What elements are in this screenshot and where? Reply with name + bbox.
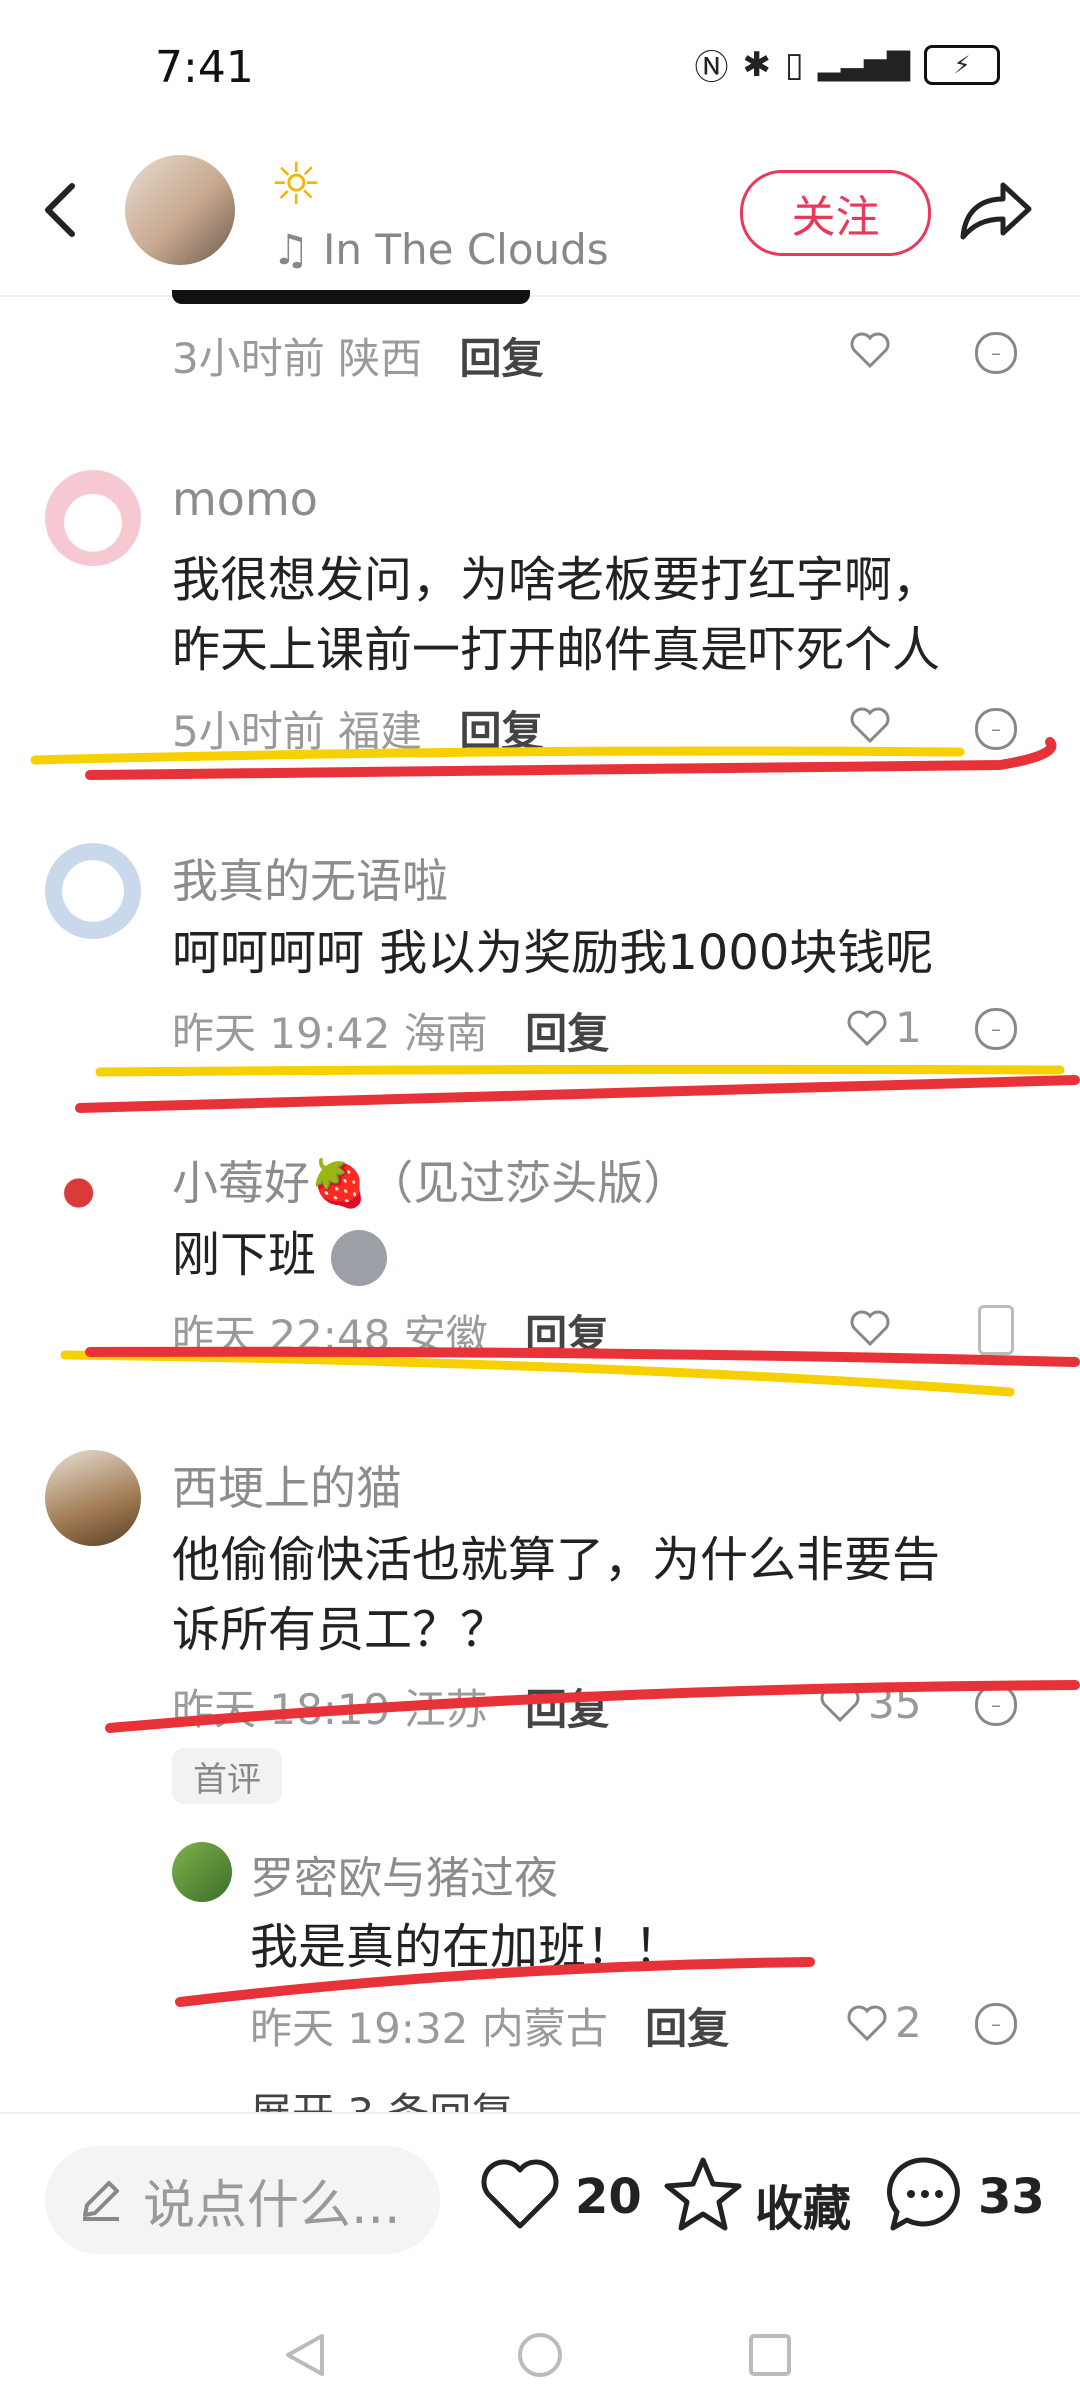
commenter-name[interactable]: 小莓好🍓（见过莎头版） — [172, 1147, 689, 1213]
system-nav-bar — [0, 2300, 1080, 2400]
comment-line: 呵呵呵呵 我以为奖励我1000块钱呢 — [172, 925, 934, 981]
pencil-icon — [83, 2181, 119, 2221]
like-count: 35 — [868, 1679, 922, 1728]
back-nav-icon[interactable] — [280, 2330, 330, 2380]
avatar[interactable] — [45, 843, 141, 939]
expand-replies-link[interactable]: 展开 3 条回复 — [250, 2080, 513, 2112]
comment-line: 诉所有员工？？ — [172, 1602, 509, 1658]
comment-time: 昨天 19:32 — [250, 2004, 469, 2053]
share-icon[interactable] — [955, 175, 1035, 245]
vibrate-icon: ▯ — [784, 44, 804, 85]
home-nav-icon[interactable] — [515, 2330, 565, 2380]
comment-location: 海南 — [403, 1009, 488, 1058]
reply-button[interactable]: 回复 — [459, 707, 543, 756]
collect-label[interactable]: 收藏 — [755, 2169, 851, 2239]
heart-icon[interactable] — [848, 1308, 892, 1348]
comment-location: 陕西 — [338, 334, 423, 383]
avatar[interactable] — [45, 1145, 141, 1241]
dislike-icon[interactable]: – — [975, 332, 1017, 374]
comment-location: 福建 — [338, 707, 423, 756]
star-icon[interactable] — [663, 2154, 743, 2234]
avatar[interactable] — [45, 470, 141, 566]
avatar[interactable] — [45, 1450, 141, 1546]
comment-location: 内蒙古 — [481, 2004, 608, 2053]
like-button[interactable]: 35 — [818, 1679, 921, 1728]
comment-text: 他偷偷快活也就算了，为什么非要告 诉所有员工？？ — [172, 1525, 940, 1665]
comment-location: 安徽 — [403, 1311, 488, 1360]
author-avatar[interactable] — [125, 155, 235, 265]
comment-location: 江苏 — [403, 1685, 488, 1734]
status-bar: 7:41 Ⓝ ✱ ▯ ▂▃▅▇ ⚡ — [0, 0, 1080, 140]
first-comment-badge: 首评 — [172, 1748, 282, 1804]
comment-line: 昨天上课前一打开邮件真是吓死个人 — [172, 622, 941, 678]
music-track[interactable]: ♫ In The Clouds — [272, 225, 609, 274]
follow-button[interactable]: 关注 — [740, 170, 931, 256]
avatar[interactable] — [172, 1842, 232, 1902]
comment-text: 呵呵呵呵 我以为奖励我1000块钱呢 — [172, 918, 933, 988]
dislike-icon[interactable]: – — [975, 708, 1017, 750]
comment-image-partial[interactable] — [172, 290, 530, 304]
reply-button[interactable]: 回复 — [525, 1009, 609, 1058]
like-count: 1 — [895, 1003, 922, 1052]
signal-icon: ▂▃▅▇ — [817, 47, 910, 82]
dislike-icon[interactable]: – — [975, 1684, 1017, 1726]
music-title: In The Clouds — [323, 225, 609, 274]
like-button[interactable]: 1 — [845, 1003, 922, 1052]
comment-time: 昨天 19:42 — [172, 1009, 391, 1058]
heart-icon — [847, 1010, 887, 1046]
emoji-icon — [331, 1230, 388, 1286]
dislike-icon[interactable] — [978, 1305, 1014, 1355]
commenter-name[interactable]: momo — [172, 472, 318, 526]
comment-bubble-icon[interactable] — [885, 2154, 965, 2234]
music-note-icon: ♫ — [272, 225, 310, 274]
like-count[interactable]: 20 — [575, 2169, 642, 2225]
comment-time: 昨天 22:48 — [172, 1311, 391, 1360]
nfc-icon: Ⓝ — [694, 48, 729, 88]
battery-icon: ⚡ — [924, 44, 1000, 85]
heart-icon — [820, 1686, 860, 1722]
heart-icon[interactable] — [480, 2156, 560, 2232]
like-button[interactable]: 2 — [845, 1998, 922, 2047]
status-icons: Ⓝ ✱ ▯ ▂▃▅▇ ⚡ — [694, 40, 1000, 89]
back-icon[interactable] — [40, 180, 80, 240]
comment-meta: 3小时前 陕西 回复 — [172, 325, 543, 386]
bottom-action-bar: 说点什么... 20 收藏 33 — [0, 2112, 1080, 2294]
comment-meta: 昨天 19:42 海南 回复 — [172, 1000, 609, 1061]
bluetooth-icon: ✱ — [742, 44, 771, 85]
status-time: 7:41 — [155, 42, 254, 93]
comment-time: 昨天 18:19 — [172, 1685, 391, 1734]
comment-text: 我是真的在加班！！ — [250, 1919, 683, 1975]
comment-count[interactable]: 33 — [978, 2169, 1045, 2225]
heart-icon — [847, 2005, 887, 2041]
reply-button[interactable]: 回复 — [459, 334, 543, 383]
comment-meta: 昨天 19:32 内蒙古 回复 — [250, 1995, 729, 2056]
comment-time: 5小时前 — [172, 707, 325, 756]
sun-icon: ☼ — [270, 150, 322, 218]
commenter-name[interactable]: 罗密欧与猪过夜 — [250, 1842, 558, 1906]
comment-meta: 5小时前 福建 回复 — [172, 698, 543, 759]
heart-icon[interactable] — [848, 330, 892, 370]
comment-line: 刚下班 — [172, 1227, 317, 1283]
comment-text: 我很想发问，为啥老板要打红字啊， 昨天上课前一打开邮件真是吓死个人 — [172, 545, 940, 685]
dislike-icon[interactable]: – — [975, 1008, 1017, 1050]
dislike-icon[interactable]: – — [975, 2003, 1017, 2045]
comment-line: 我很想发问，为啥老板要打红字啊， — [172, 552, 941, 608]
comment-meta: 昨天 22:48 安徽 回复 — [172, 1302, 609, 1363]
comment-input[interactable]: 说点什么... — [45, 2146, 440, 2254]
comment-time: 3小时前 — [172, 334, 325, 383]
comment-line: 他偷偷快活也就算了，为什么非要告 — [172, 1532, 941, 1588]
reply-button[interactable]: 回复 — [645, 2004, 729, 2053]
comment-meta: 昨天 18:19 江苏 回复 — [172, 1676, 609, 1737]
reply-button[interactable]: 回复 — [525, 1685, 609, 1734]
like-count: 2 — [895, 1998, 922, 2047]
recents-nav-icon[interactable] — [745, 2330, 795, 2380]
comment-input-placeholder: 说点什么... — [143, 2175, 401, 2236]
heart-icon[interactable] — [848, 705, 892, 745]
comment-text: 刚下班 — [172, 1220, 388, 1290]
post-header: ☼ ♫ In The Clouds 关注 — [0, 150, 1080, 297]
reply-button[interactable]: 回复 — [525, 1311, 609, 1360]
commenter-name[interactable]: 西埂上的猫 — [172, 1452, 402, 1518]
commenter-name[interactable]: 我真的无语啦 — [172, 845, 448, 911]
